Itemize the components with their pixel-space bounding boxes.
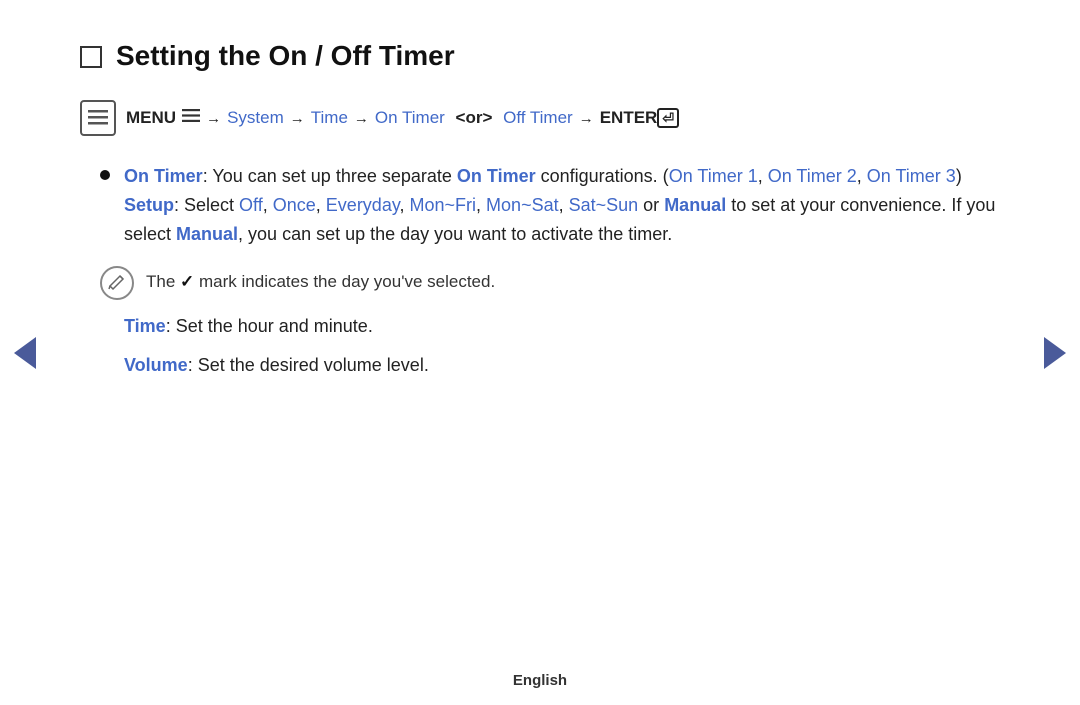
page-title: Setting the On / Off Timer: [116, 40, 455, 72]
on-timer-desc1: : You can set up three separate: [203, 166, 457, 186]
everyday-option: Everyday: [326, 195, 400, 215]
checkmark-symbol: ✓: [180, 272, 194, 291]
time-desc: : Set the hour and minute.: [166, 316, 373, 336]
menu-icon: [80, 100, 116, 136]
manual-label-2: Manual: [176, 224, 238, 244]
page-container: Setting the On / Off Timer MENU → System…: [0, 0, 1080, 705]
page-title-row: Setting the On / Off Timer: [80, 40, 1000, 72]
volume-sub-item: Volume: Set the desired volume level.: [124, 351, 1000, 380]
arrow-1: →: [206, 110, 221, 127]
time-sub-item: Time: Set the hour and minute.: [124, 312, 1000, 341]
on-timer-2: On Timer 2: [768, 166, 857, 186]
content-section: On Timer: You can set up three separate …: [100, 162, 1000, 380]
note-text2: mark indicates the day you've selected.: [194, 272, 495, 291]
on-timer-3: On Timer 3: [867, 166, 956, 186]
on-timer-1: On Timer 1: [669, 166, 758, 186]
arrow-2: →: [290, 110, 305, 127]
comma-7: ,: [559, 195, 569, 215]
comma-2: ,: [857, 166, 867, 186]
note-pencil-icon: [108, 272, 126, 295]
once-option: Once: [273, 195, 316, 215]
on-timer-desc2: configurations. (: [536, 166, 669, 186]
right-arrow-button[interactable]: [1040, 333, 1070, 373]
or-word: or: [638, 195, 664, 215]
bullet-dot: [100, 170, 110, 180]
on-timer-label: On Timer: [124, 166, 203, 186]
comma-1: ,: [758, 166, 768, 186]
mon-sat-option: Mon~Sat: [486, 195, 559, 215]
setup-desc1: : Select: [174, 195, 239, 215]
on-timer-ref: On Timer: [457, 166, 536, 186]
comma-3: ,: [263, 195, 273, 215]
bullet-item-on-timer: On Timer: You can set up three separate …: [100, 162, 1000, 248]
mon-fri-option: Mon~Fri: [410, 195, 477, 215]
sat-sun-option: Sat~Sun: [569, 195, 639, 215]
volume-desc: : Set the desired volume level.: [188, 355, 429, 375]
manual-label: Manual: [664, 195, 726, 215]
footer-language: English: [513, 672, 567, 689]
or-label: <or>: [451, 108, 497, 128]
menu-on-timer: On Timer: [375, 108, 445, 128]
off-option: Off: [239, 195, 263, 215]
setup-label: Setup: [124, 195, 174, 215]
setup-desc3: , you can set up the day you want to act…: [238, 224, 672, 244]
enter-label: ENTER⏎: [600, 108, 679, 128]
note-icon: [100, 266, 134, 300]
footer: English: [0, 672, 1080, 689]
note-text1: The: [146, 272, 180, 291]
arrow-3: →: [354, 110, 369, 127]
menu-label: MENU: [126, 108, 176, 128]
menu-symbol: [182, 108, 200, 128]
paren-close: ): [956, 166, 962, 186]
arrow-4: →: [579, 110, 594, 127]
menu-system: System: [227, 108, 284, 128]
menu-time: Time: [311, 108, 348, 128]
comma-5: ,: [400, 195, 410, 215]
on-timer-content: On Timer: You can set up three separate …: [124, 162, 1000, 248]
time-label: Time: [124, 316, 166, 336]
menu-off-timer: Off Timer: [503, 108, 573, 128]
left-arrow-button[interactable]: [10, 333, 40, 373]
comma-6: ,: [476, 195, 486, 215]
comma-4: ,: [316, 195, 326, 215]
note-text: The ✓ mark indicates the day you've sele…: [146, 264, 495, 295]
checkbox-icon: [80, 46, 102, 68]
note-row: The ✓ mark indicates the day you've sele…: [100, 264, 1000, 300]
volume-label: Volume: [124, 355, 188, 375]
menu-path-row: MENU → System → Time → On Timer <or> Off…: [80, 100, 1000, 136]
